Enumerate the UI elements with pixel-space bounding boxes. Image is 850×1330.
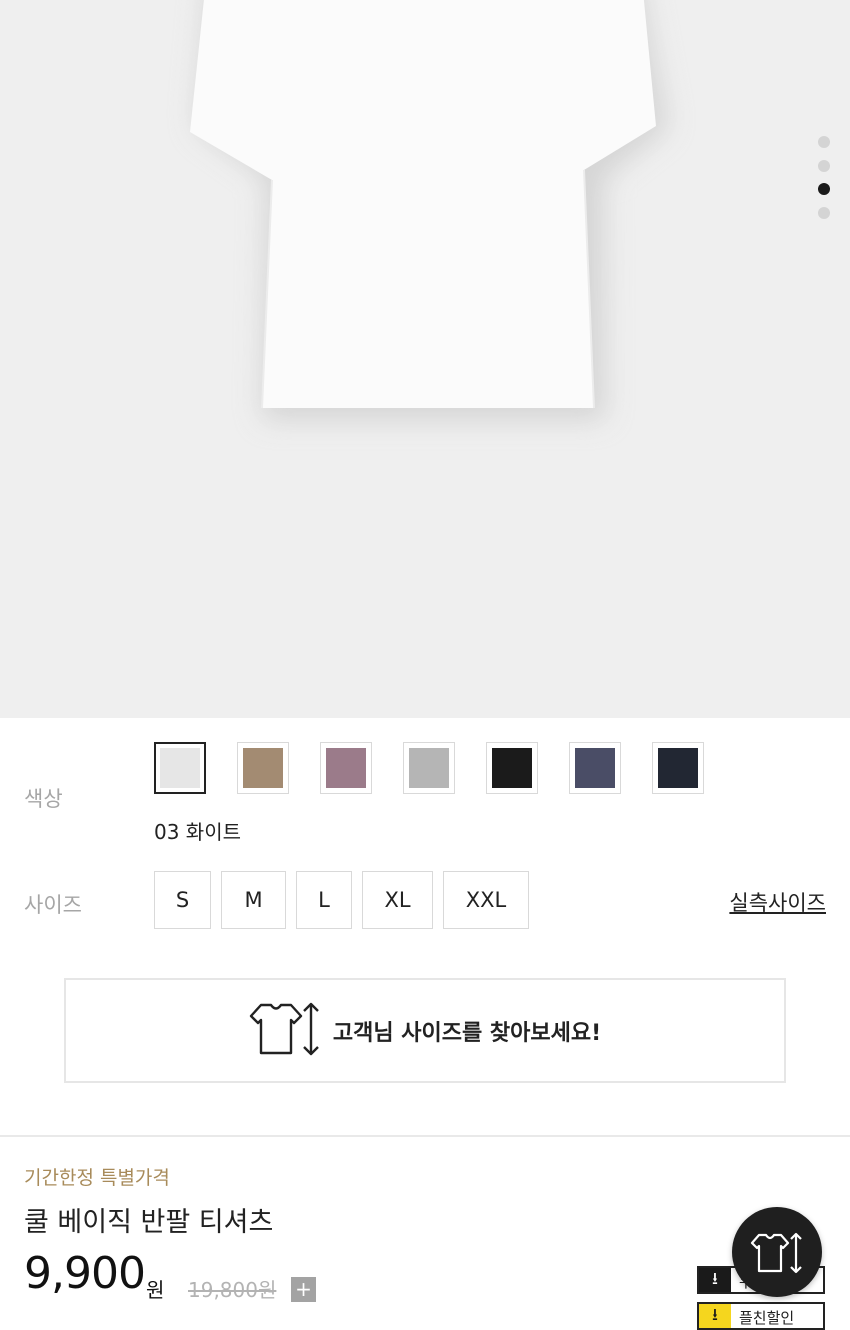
find-size-label: 고객님 사이즈를 찾아보세요! (332, 1020, 602, 1046)
product-image (190, 0, 668, 420)
download-icon: ⭳ (699, 1304, 731, 1328)
gallery-dot[interactable] (818, 136, 830, 148)
product-name: 쿨 베이직 반팔 티셔츠 (24, 1207, 274, 1238)
gallery-pagination (818, 136, 830, 230)
selected-color-name: 03 화이트 (154, 820, 242, 844)
promo-tag: 기간한정 특별가격 (24, 1167, 170, 1189)
color-swatch-black[interactable] (486, 742, 538, 794)
download-icon: ⭳ (699, 1268, 731, 1292)
color-swatch-blue[interactable] (569, 742, 621, 794)
size-finder-fab[interactable] (732, 1207, 822, 1297)
gallery-dot-active[interactable] (818, 183, 830, 195)
price-detail-toggle-button[interactable]: + (291, 1277, 316, 1302)
color-swatch-purple[interactable] (320, 742, 372, 794)
size-button-xl[interactable]: XL (362, 871, 433, 929)
currency-unit: 원 (146, 1278, 165, 1302)
friend-discount-label: 플친할인 (739, 1309, 795, 1327)
section-divider (0, 1135, 850, 1137)
gallery-dot[interactable] (818, 206, 830, 219)
original-price: 19,800원 (188, 1278, 277, 1302)
size-option-label: 사이즈 (24, 893, 82, 917)
size-button-xxl[interactable]: XXL (443, 871, 529, 929)
friend-discount-button[interactable]: ⭳ 플친할인 (697, 1302, 825, 1330)
product-image-gallery[interactable] (0, 0, 850, 718)
size-button-s[interactable]: S (154, 871, 211, 929)
color-swatch-beige[interactable] (237, 742, 289, 794)
find-size-button[interactable]: 고객님 사이즈를 찾아보세요! (64, 978, 786, 1083)
color-swatch-gray[interactable] (403, 742, 455, 794)
sale-price: 9,900 (24, 1248, 146, 1299)
size-button-l[interactable]: L (296, 871, 352, 929)
color-option-label: 색상 (24, 787, 63, 811)
size-button-m[interactable]: M (221, 871, 286, 929)
tshirt-size-icon (750, 1232, 802, 1274)
tshirt-size-icon (249, 1001, 325, 1061)
color-swatch-navy[interactable] (652, 742, 704, 794)
color-swatch-white[interactable] (154, 742, 206, 794)
gallery-dot[interactable] (818, 159, 830, 172)
size-chart-link[interactable]: 실측사이즈 (729, 887, 826, 917)
